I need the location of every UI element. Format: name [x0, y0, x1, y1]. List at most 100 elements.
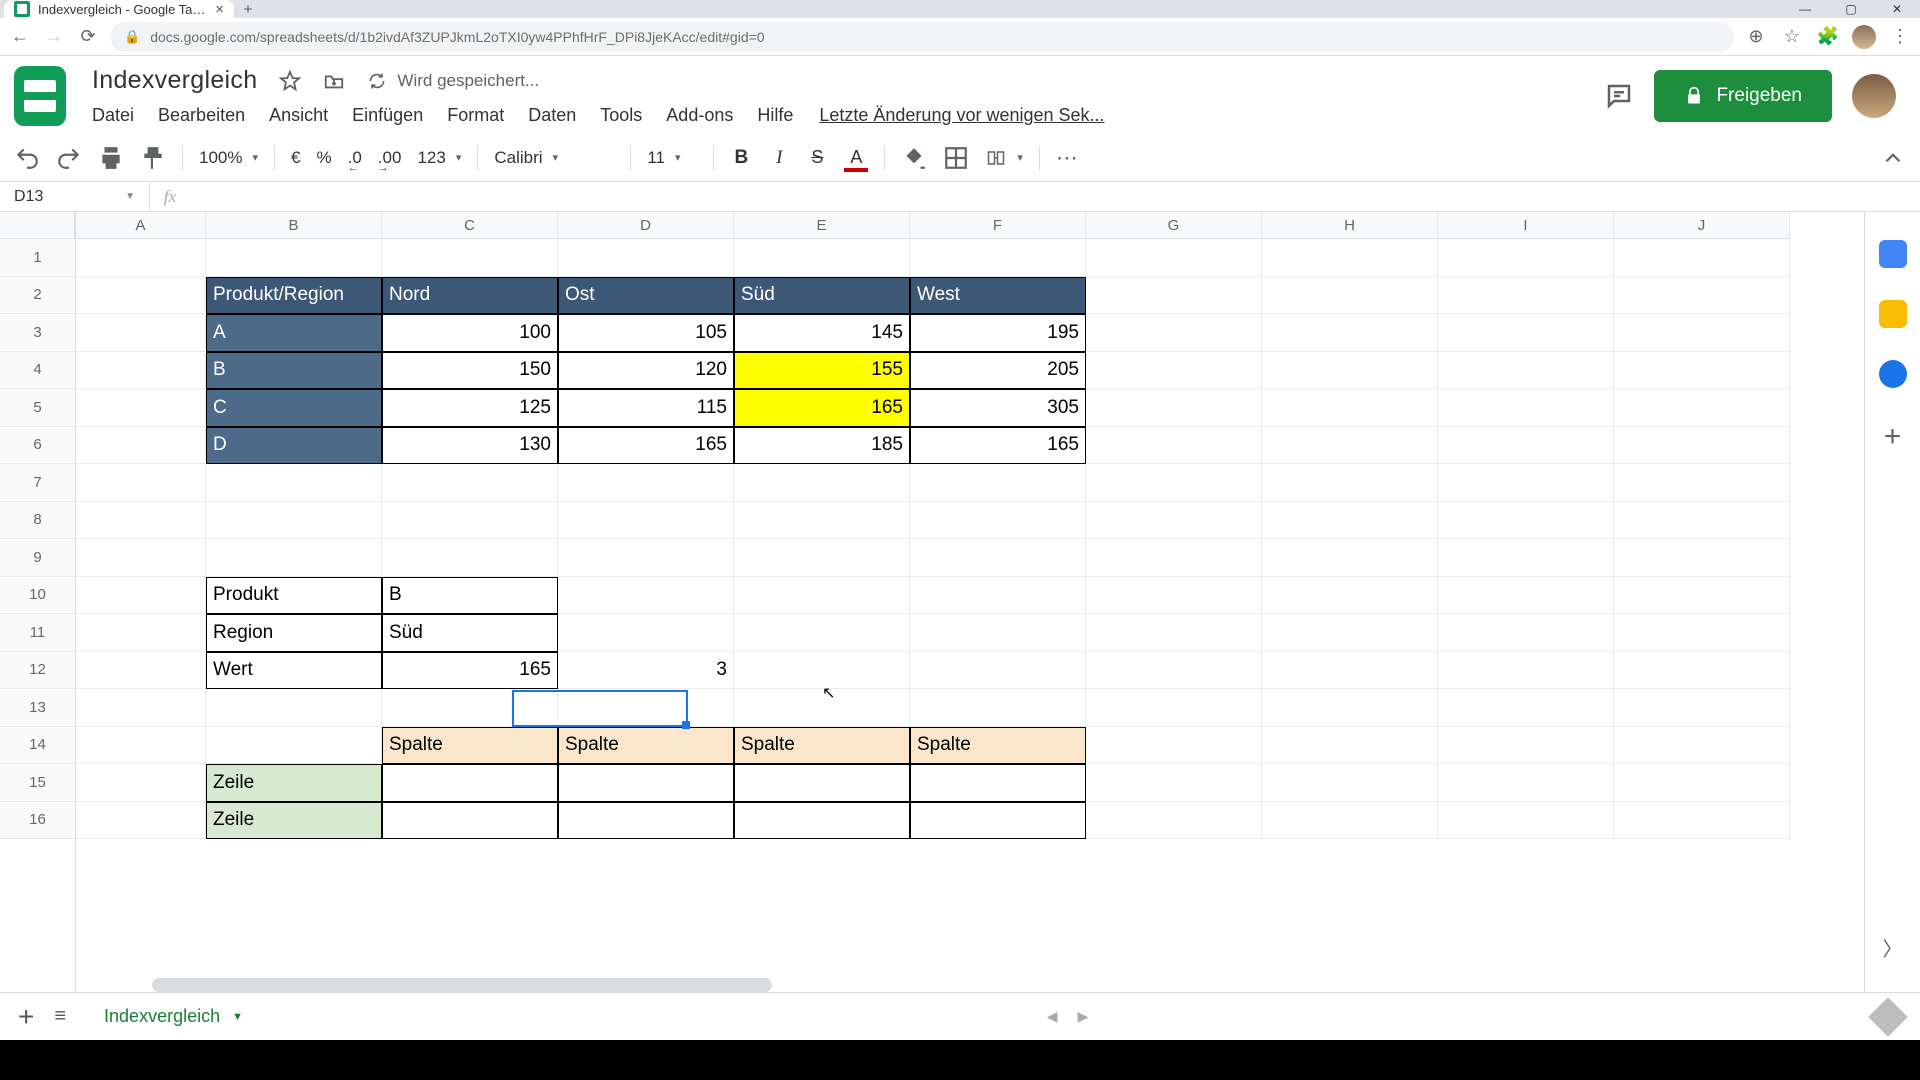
cell[interactable]	[1262, 314, 1438, 352]
cell[interactable]: A	[206, 314, 382, 352]
cell[interactable]: B	[206, 352, 382, 390]
cell[interactable]	[1438, 764, 1614, 802]
row-header[interactable]: 3	[0, 314, 75, 352]
cell[interactable]	[558, 464, 734, 502]
cell[interactable]	[1438, 239, 1614, 277]
browser-menu-icon[interactable]: ⋮	[1888, 25, 1912, 49]
cell[interactable]	[76, 389, 206, 427]
row-header[interactable]: 1	[0, 239, 75, 277]
cell[interactable]	[1614, 614, 1790, 652]
document-title[interactable]: Indexvergleich	[92, 66, 257, 95]
cell[interactable]	[1262, 802, 1438, 840]
cell[interactable]	[1086, 802, 1262, 840]
cell[interactable]	[1086, 464, 1262, 502]
cell[interactable]: 195	[910, 314, 1086, 352]
cell[interactable]	[76, 239, 206, 277]
cell[interactable]	[558, 577, 734, 615]
cell[interactable]: 155	[734, 352, 910, 390]
cell[interactable]	[910, 764, 1086, 802]
explore-icon[interactable]	[1868, 997, 1908, 1037]
calendar-icon[interactable]	[1879, 240, 1907, 268]
row-header[interactable]: 13	[0, 689, 75, 727]
cell[interactable]	[910, 802, 1086, 840]
increase-decimal-button[interactable]: .00→	[378, 148, 402, 168]
currency-button[interactable]: €	[291, 148, 300, 168]
cell[interactable]	[1262, 764, 1438, 802]
nav-back-button[interactable]: ←	[8, 25, 32, 49]
cell[interactable]	[1086, 727, 1262, 765]
cell[interactable]	[1614, 539, 1790, 577]
col-header[interactable]: H	[1262, 212, 1438, 239]
menu-ansicht[interactable]: Ansicht	[269, 105, 328, 126]
cell[interactable]	[734, 652, 910, 690]
reload-button[interactable]: ⟳	[76, 25, 100, 49]
row-header[interactable]: 9	[0, 539, 75, 577]
row-header[interactable]: 11	[0, 614, 75, 652]
cell[interactable]	[382, 689, 558, 727]
cell[interactable]: 150	[382, 352, 558, 390]
cell[interactable]: Süd	[382, 614, 558, 652]
cell[interactable]	[76, 764, 206, 802]
row-header[interactable]: 5	[0, 389, 75, 427]
cell[interactable]: Wert	[206, 652, 382, 690]
col-header[interactable]: C	[382, 212, 558, 239]
merge-cells-button[interactable]	[985, 149, 1023, 167]
cell[interactable]: 105	[558, 314, 734, 352]
cell[interactable]: Region	[206, 614, 382, 652]
cell[interactable]	[1614, 314, 1790, 352]
cell[interactable]	[558, 689, 734, 727]
cell[interactable]	[558, 764, 734, 802]
cell[interactable]	[1438, 689, 1614, 727]
cell[interactable]	[1438, 614, 1614, 652]
cell[interactable]	[1262, 389, 1438, 427]
bookmark-icon[interactable]: ☆	[1780, 25, 1804, 49]
sheets-logo-icon[interactable]	[14, 66, 66, 126]
cell[interactable]	[910, 239, 1086, 277]
row-header[interactable]: 6	[0, 427, 75, 465]
window-maximize-button[interactable]: ▢	[1828, 0, 1874, 18]
cell[interactable]	[734, 577, 910, 615]
sheet-tab[interactable]: Indexvergleich ▼	[86, 998, 261, 1035]
cell[interactable]	[1614, 652, 1790, 690]
cell[interactable]	[1086, 277, 1262, 315]
row-header[interactable]: 10	[0, 577, 75, 615]
cell[interactable]: 185	[734, 427, 910, 465]
cell[interactable]	[1438, 352, 1614, 390]
cell[interactable]	[1086, 764, 1262, 802]
col-header[interactable]: F	[910, 212, 1086, 239]
font-family-dropdown[interactable]: Calibri	[494, 148, 614, 168]
cell[interactable]	[1086, 239, 1262, 277]
cell[interactable]	[1262, 277, 1438, 315]
cell[interactable]	[1086, 389, 1262, 427]
name-box[interactable]: D13 ▼	[0, 182, 150, 211]
strikethrough-button[interactable]: S	[806, 147, 828, 168]
cell[interactable]	[734, 689, 910, 727]
cell[interactable]	[1086, 427, 1262, 465]
cell[interactable]	[1614, 352, 1790, 390]
cell[interactable]	[1262, 614, 1438, 652]
zoom-dropdown[interactable]: 100%	[199, 148, 258, 168]
borders-button[interactable]	[943, 145, 969, 171]
cell[interactable]: 165	[382, 652, 558, 690]
col-header[interactable]: D	[558, 212, 734, 239]
cell[interactable]	[1262, 464, 1438, 502]
cell[interactable]: 145	[734, 314, 910, 352]
move-to-drive-icon[interactable]	[323, 70, 345, 92]
extensions-icon[interactable]: 🧩	[1816, 25, 1840, 49]
new-tab-button[interactable]: +	[234, 0, 262, 18]
cell[interactable]	[1262, 239, 1438, 277]
last-edit-link[interactable]: Letzte Änderung vor wenigen Sek...	[819, 105, 1104, 126]
tab-scroll-left-icon[interactable]: ◀	[1047, 1008, 1058, 1025]
redo-icon[interactable]	[56, 145, 82, 171]
comments-icon[interactable]	[1604, 81, 1634, 111]
cell[interactable]	[734, 764, 910, 802]
cell[interactable]	[1614, 239, 1790, 277]
cell[interactable]	[206, 502, 382, 540]
cell[interactable]	[76, 689, 206, 727]
row-header[interactable]: 15	[0, 764, 75, 802]
decrease-decimal-button[interactable]: .0←	[348, 148, 362, 168]
cell[interactable]	[1086, 314, 1262, 352]
cell[interactable]	[558, 614, 734, 652]
cell[interactable]	[910, 689, 1086, 727]
cell[interactable]	[910, 502, 1086, 540]
